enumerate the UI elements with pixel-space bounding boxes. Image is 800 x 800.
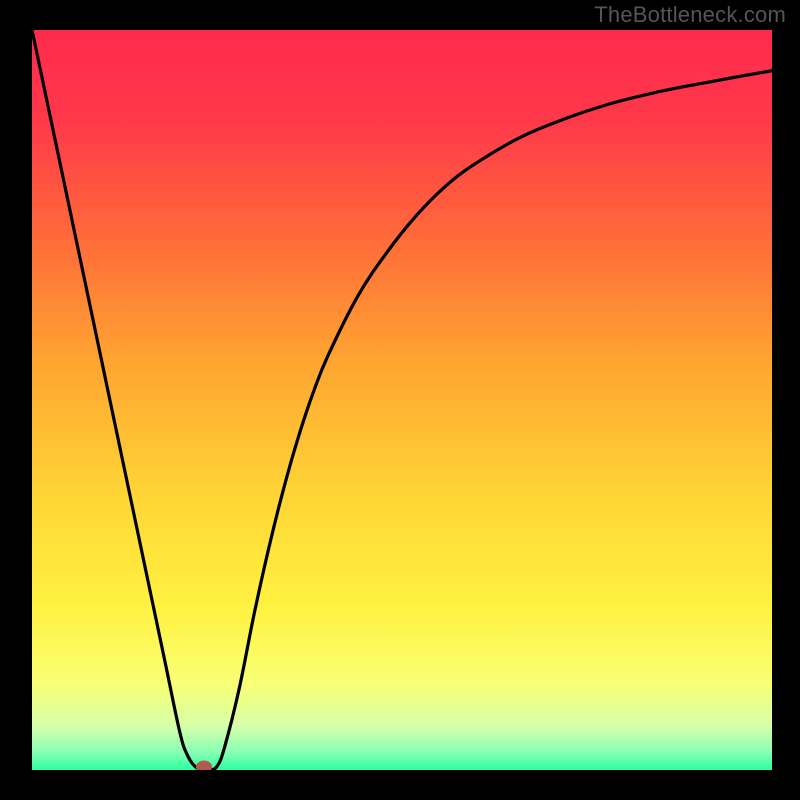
watermark-text: TheBottleneck.com	[594, 2, 786, 28]
optimal-point-marker	[196, 761, 212, 770]
plot-area	[32, 30, 772, 770]
bottleneck-curve	[32, 30, 772, 770]
chart-frame: TheBottleneck.com	[0, 0, 800, 800]
